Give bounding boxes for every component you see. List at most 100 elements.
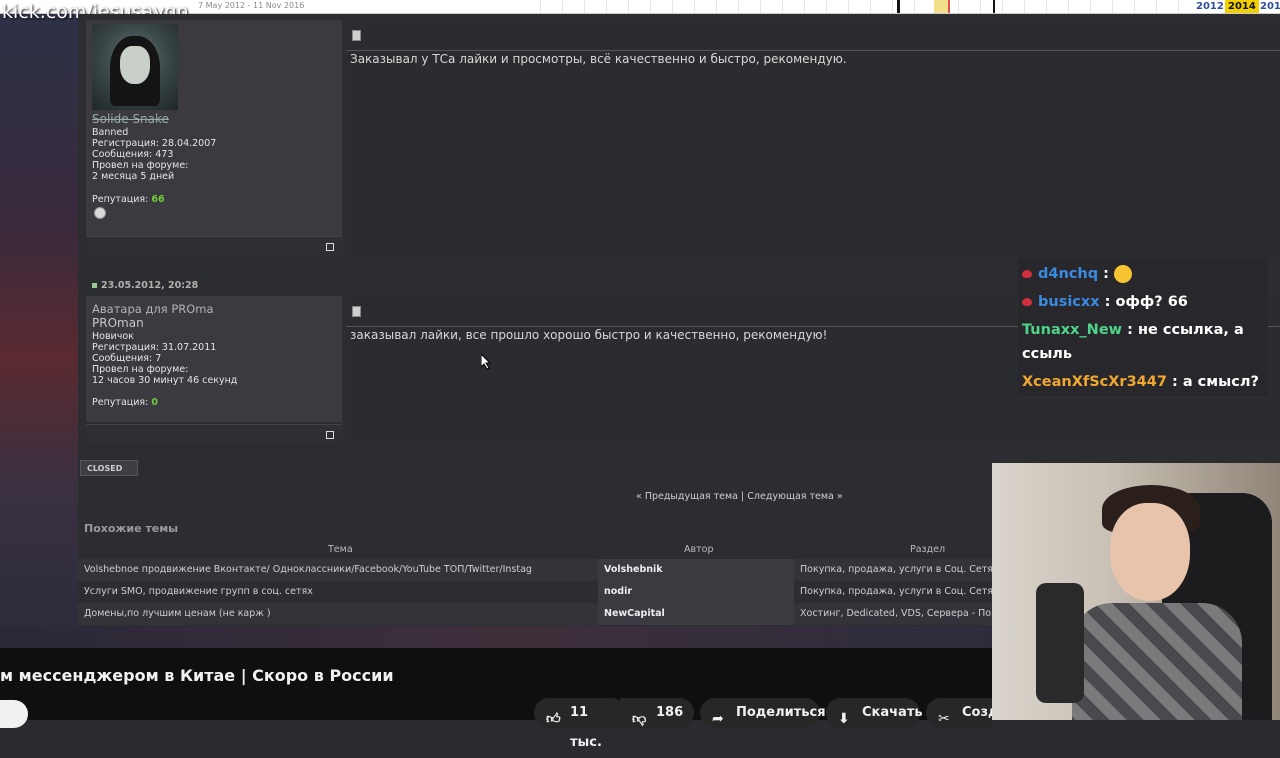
thread-author-link[interactable]: NewCapital (604, 608, 665, 619)
timeline-ticks[interactable] (540, 0, 1190, 13)
author-forum-time: 12 часов 30 минут 46 секунд (92, 375, 238, 386)
thumbs-down-icon: 👎︎ (632, 711, 647, 727)
download-button[interactable]: ⬇ Скачать (826, 698, 923, 728)
stream-background-band (0, 626, 1000, 648)
post-date-text: 23.05.2012, 20:28 (101, 280, 199, 291)
post-author-info: Новичок Регистрация: 31.07.2011 Сообщени… (92, 331, 237, 386)
create-button[interactable]: ✂ Созд (926, 698, 999, 728)
post-icon (352, 306, 361, 317)
timeline-range: 7 May 2012 - 11 Nov 2016 (198, 1, 305, 10)
author-registration: Регистрация: 28.04.2007 (92, 138, 217, 149)
thread-title-link[interactable]: Volshebnoe продвижение Вконтакте/ Однокл… (84, 564, 532, 575)
column-header-section: Раздел (910, 544, 946, 555)
webcam-person-face (1110, 503, 1190, 601)
similar-threads-title: Похожие темы (84, 522, 179, 535)
table-row[interactable]: Услуги SMO, продвижение групп в соц. сет… (78, 581, 999, 603)
multiquote-icon[interactable] (326, 243, 334, 251)
stream-chat-overlay: d4nchq : busicxx : офф? 66 Tunaxx_New : … (1018, 258, 1268, 396)
post-divider (346, 50, 1280, 51)
chat-username: d4nchq (1038, 266, 1099, 282)
timeline-highlight (934, 0, 948, 13)
wayback-timeline[interactable]: 7 May 2012 - 11 Nov 2016 2012 2014 2015 (0, 0, 1280, 14)
post-author-panel: Аватара для PROma PROman Новичок Регистр… (86, 296, 342, 422)
post-author-name[interactable]: PROman (92, 316, 144, 330)
chat-message: d4nchq : (1022, 262, 1264, 286)
post-message: Заказывал у ТСа лайки и просмотры, всё к… (350, 52, 847, 66)
multiquote-icon[interactable] (326, 431, 334, 439)
author-reputation: Репутация: 66 (92, 194, 165, 205)
author-forum-label: Провел на форуме: (92, 160, 189, 171)
download-label: Скачать (862, 705, 923, 720)
column-header-author: Автор (684, 544, 714, 555)
post-footer (86, 236, 342, 257)
timeline-marker (993, 0, 995, 13)
thread-navigation: « Предыдущая тема | Следующая тема » (636, 491, 843, 502)
table-row[interactable]: Домены,по лучшим ценам (не карж ) NewCap… (78, 603, 1009, 625)
webcam-person-body (1072, 603, 1242, 720)
chat-username: Tunaxx_New (1022, 322, 1123, 338)
webcam-microphone (1036, 583, 1084, 703)
post-author-name[interactable]: Solide Snake (92, 112, 169, 126)
author-forum-label: Провел на форуме: (92, 364, 189, 375)
subscriber-badge-icon (1022, 270, 1032, 278)
author-status: Banned (92, 127, 129, 138)
post-body: Заказывал у ТСа лайки и просмотры, всё к… (346, 20, 1280, 262)
dislike-button[interactable]: 👎︎ 186 (620, 698, 694, 728)
chat-message: XceanXfScXr3447 : а смысл? (1022, 374, 1259, 390)
thread-title-link[interactable]: Домены,по лучшим ценам (не карж ) (84, 608, 271, 619)
subscribe-button[interactable] (0, 700, 28, 728)
chat-text: офф? 66 (1115, 294, 1188, 310)
timeline-year-2012[interactable]: 2012 (1193, 0, 1227, 13)
closed-thread-button[interactable]: CLOSED (80, 460, 138, 476)
thread-author-cell: nodir (598, 581, 794, 603)
like-count: 11 тыс. (570, 705, 602, 750)
chat-message: Tunaxx_New : не ссылка, а ссыль (1022, 322, 1244, 362)
post-author-info: Banned Регистрация: 28.04.2007 Сообщения… (92, 127, 216, 182)
thread-author-cell: NewCapital (598, 603, 794, 625)
next-thread-link[interactable]: Следующая тема (747, 491, 834, 502)
post-message: заказывал лайки, все прошло хорошо быстр… (350, 328, 828, 342)
like-button[interactable]: 👍︎ 11 тыс. (534, 698, 626, 750)
author-forum-time: 2 месяца 5 дней (92, 171, 175, 182)
thread-section-link[interactable]: Покупка, продажа, услуги в Соц. Сетях (800, 564, 999, 575)
avatar-face (120, 46, 150, 84)
subscriber-badge-icon (1022, 298, 1032, 306)
mouse-cursor-icon (481, 354, 491, 370)
column-header-topic: Тема (328, 544, 353, 555)
thread-section-link[interactable]: Покупка, продажа, услуги в Соц. Сетях (800, 586, 999, 597)
avatar-alt-text: Аватара для PROma (92, 302, 214, 316)
share-label: Поделиться (736, 705, 826, 720)
share-icon: ➦ (712, 711, 724, 727)
table-row[interactable]: Volshebnoe продвижение Вконтакте/ Однокл… (78, 559, 999, 581)
thread-author-link[interactable]: nodir (604, 586, 632, 597)
post-author-panel: Solide Snake Banned Регистрация: 28.04.2… (86, 20, 342, 240)
thread-author-link[interactable]: Volshebnik (604, 564, 663, 575)
timeline-year-2015[interactable]: 2015 (1257, 0, 1280, 13)
author-messages: Сообщения: 473 (92, 149, 174, 160)
thread-section-link[interactable]: Хостинг, Dedicated, VDS, Сервера - Покуп (800, 608, 1009, 619)
scissors-icon: ✂ (938, 711, 950, 727)
chat-username: XceanXfScXr3447 (1022, 374, 1167, 390)
prev-thread-link[interactable]: Предыдущая тема (645, 491, 738, 502)
avatar (92, 24, 178, 110)
author-registration: Регистрация: 31.07.2011 (92, 342, 217, 353)
stream-background (0, 0, 80, 650)
thread-title-link[interactable]: Услуги SMO, продвижение групп в соц. сет… (84, 586, 313, 597)
author-messages: Сообщения: 7 (92, 353, 162, 364)
thread-author-cell: Volshebnik (598, 559, 794, 581)
chat-message: busicxx : офф? 66 (1022, 290, 1264, 314)
post-date: 23.05.2012, 20:28 (92, 280, 198, 291)
download-icon: ⬇ (838, 711, 850, 727)
author-reputation: Репутация: 0 (92, 397, 158, 408)
streamer-webcam (992, 463, 1280, 720)
laughing-emoji-icon (1114, 265, 1132, 283)
thumbs-up-icon: 👍︎ (546, 711, 561, 727)
reputation-label: Репутация: (92, 397, 149, 408)
prev-arrow-icon: « (636, 491, 642, 502)
chat-username: busicxx (1038, 294, 1100, 310)
reputation-value: 66 (151, 194, 165, 205)
chat-text: а смысл? (1182, 374, 1259, 390)
timeline-year-2014[interactable]: 2014 (1225, 0, 1259, 13)
award-icon (94, 207, 106, 219)
share-button[interactable]: ➦ Поделиться (700, 698, 826, 728)
